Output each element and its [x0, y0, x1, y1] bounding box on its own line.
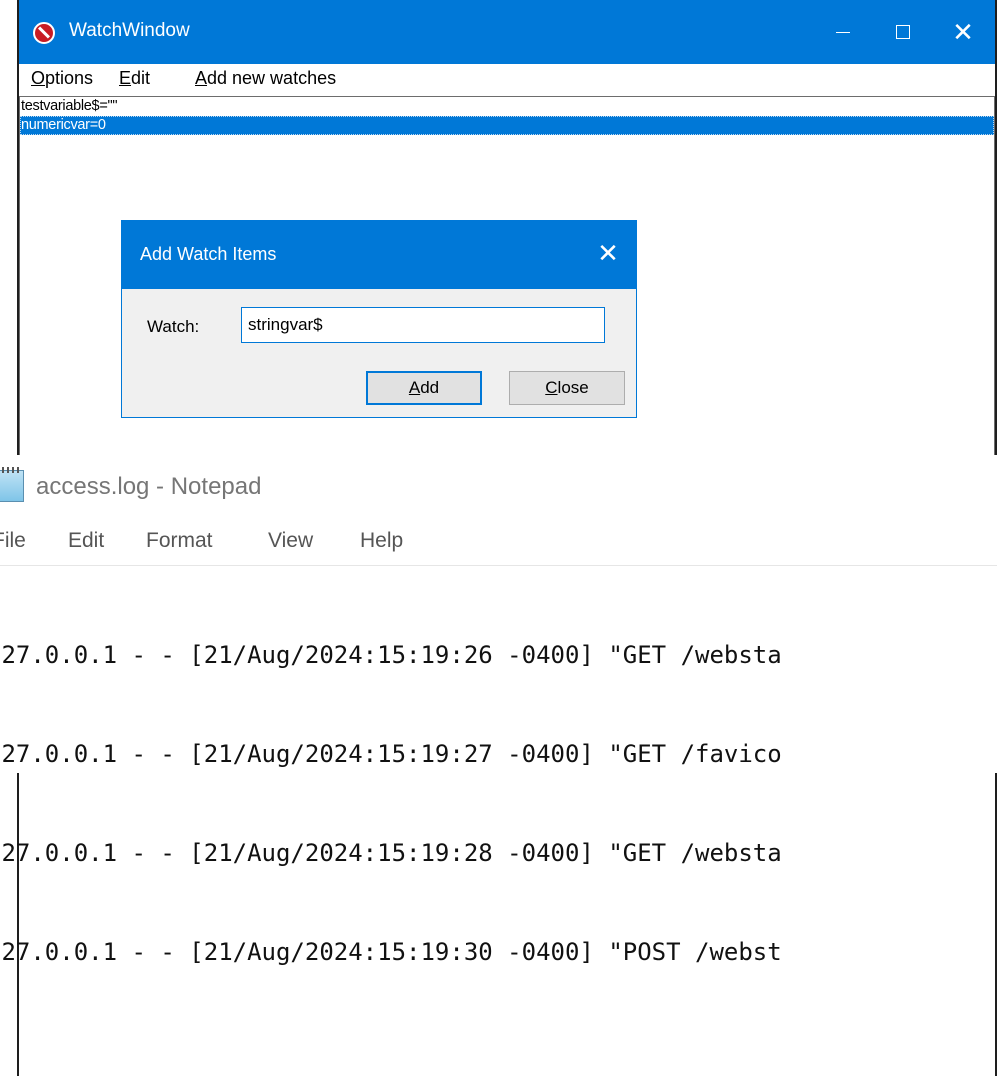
- notepad-title: access.log - Notepad: [36, 473, 262, 500]
- close-icon: ✕: [952, 16, 974, 47]
- maximize-icon: [896, 25, 910, 39]
- app-icon: [33, 22, 55, 44]
- notepad-icon: [0, 467, 24, 502]
- dialog-close-button[interactable]: Close: [509, 371, 625, 405]
- close-button[interactable]: ✕: [933, 0, 993, 64]
- notepad-text-area[interactable]: 127.0.0.1 - - [21/Aug/2024:15:19:26 -040…: [0, 573, 997, 1035]
- notepad-menu-edit[interactable]: Edit: [68, 529, 104, 553]
- menu-add-new-watches[interactable]: Add new watches: [195, 68, 336, 89]
- menu-options[interactable]: Options: [31, 68, 93, 89]
- watch-window-titlebar[interactable]: WatchWindow ✕: [19, 0, 995, 64]
- notepad-divider: [0, 565, 997, 566]
- watch-label: Watch:: [147, 317, 200, 336]
- add-watch-dialog: Add Watch Items ✕ Watch: Add Close: [121, 220, 637, 418]
- menu-edit[interactable]: Edit: [119, 68, 150, 89]
- dialog-title: Add Watch Items: [140, 244, 277, 264]
- log-line: 127.0.0.1 - - [21/Aug/2024:15:19:27 -040…: [0, 740, 782, 768]
- watch-input[interactable]: [241, 307, 605, 343]
- notepad-titlebar[interactable]: access.log - Notepad: [0, 455, 997, 519]
- window-title: WatchWindow: [69, 20, 190, 41]
- log-line: 127.0.0.1 - - [21/Aug/2024:15:19:26 -040…: [0, 641, 782, 669]
- dialog-titlebar[interactable]: Add Watch Items ✕: [122, 221, 636, 289]
- notepad-menu-file[interactable]: File: [0, 529, 26, 553]
- notepad-menu-view[interactable]: View: [268, 529, 313, 553]
- add-button[interactable]: Add: [366, 371, 482, 405]
- minimize-button[interactable]: [813, 0, 873, 64]
- maximize-button[interactable]: [873, 0, 933, 64]
- menu-bar: Options Edit Add new watches: [19, 64, 995, 94]
- notepad-window: access.log - Notepad File Edit Format Vi…: [0, 455, 997, 966]
- notepad-menu-bar: File Edit Format View Help: [0, 523, 997, 563]
- list-item-selected[interactable]: numericvar=0: [20, 116, 994, 135]
- minimize-icon: [836, 31, 850, 33]
- dialog-close-icon[interactable]: ✕: [588, 233, 628, 273]
- log-line: 127.0.0.1 - - [21/Aug/2024:15:19:28 -040…: [0, 839, 782, 867]
- notepad-menu-format[interactable]: Format: [146, 529, 213, 553]
- notepad-menu-help[interactable]: Help: [360, 529, 403, 553]
- log-line: 127.0.0.1 - - [21/Aug/2024:15:19:30 -040…: [0, 938, 782, 966]
- list-item[interactable]: testvariable$="": [20, 97, 994, 116]
